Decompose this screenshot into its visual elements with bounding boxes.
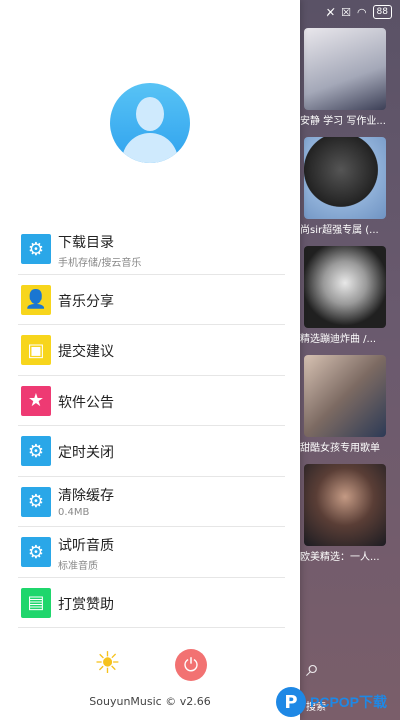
watermark-text: PCPOP下载 [310,694,388,710]
menu-item-announcement[interactable]: ★ 软件公告 [18,376,285,426]
playlist-cover [304,137,386,219]
menu-item-label: 清除缓存 [58,487,114,504]
power-icon[interactable]: ⏻ [175,649,207,681]
menu-item-clear-cache[interactable]: ⚙ 清除缓存 0.4MB [18,477,285,527]
menu-item-label: 定时关闭 [58,445,114,461]
gear-icon: ⚙ [21,486,51,517]
watermark: P PCPOP下载 [276,684,400,720]
playlist-title: 尚sir超强专属 (... [300,225,379,236]
menu-item-audio-quality[interactable]: ⚙ 试听音质 标准音质 [18,527,285,578]
playlist-cover [304,246,386,328]
playlist-card[interactable]: 甜酷女孩专用歌单 [300,355,400,464]
wallet-icon: ▤ [21,587,51,618]
gift-icon: ▣ [21,335,51,365]
menu-item-label: 试听音质 [58,538,114,554]
playlist-card[interactable]: 尚sir超强专属 (... [300,137,400,246]
mute-icon: ✕̸ [325,5,336,19]
menu-item-label: 下载目录 [58,235,114,251]
drawer-menu: ⚙ 下载目录 手机存储/搜云音乐 👤 音乐分享 ▣ 提交建议 ★ 软件公告 ⚙ … [18,224,285,628]
avatar[interactable] [110,83,190,163]
playlist-title: 欧美精选：一人... [300,552,380,563]
star-icon: ★ [21,385,51,416]
playlist-cover [304,464,386,546]
menu-item-label: 打赏赞助 [58,596,114,613]
menu-item-label: 提交建议 [58,344,114,360]
battery-icon: 88 [372,5,392,19]
playlist-card[interactable]: 精选蹦迪炸曲 /... [300,246,400,355]
share-person-icon: 👤 [21,284,51,315]
menu-item-sublabel: 手机存储/搜云音乐 [58,258,142,269]
playlist-title: 安静 学习 写作业... [300,116,386,127]
playlist-card[interactable]: 欧美精选：一人... [300,464,400,573]
sim-icon: ☒ [341,5,351,19]
navigation-drawer: ⚙ 下载目录 手机存储/搜云音乐 👤 音乐分享 ▣ 提交建议 ★ 软件公告 ⚙ … [0,0,300,720]
menu-item-sleep-timer[interactable]: ⚙ 定时关闭 [18,426,285,477]
playlist-card[interactable]: 安静 学习 写作业... [300,28,400,137]
watermark-logo-icon: P [276,687,306,717]
playlist-title: 精选蹦迪炸曲 /... [300,334,377,345]
menu-item-music-share[interactable]: 👤 音乐分享 [18,275,285,325]
drawer-footer-actions: ☀ ⏻ [0,645,300,685]
search-icon: ⌕ [306,654,320,682]
gear-icon: ⚙ [21,234,51,264]
playlist-cover [304,355,386,437]
background-app: ✕̸ ☒ ◠ 88 安静 学习 写作业... 尚sir超强专属 (... 精选蹦… [300,0,400,720]
avatar-head-shape [136,97,164,131]
playlist-cover [304,28,386,110]
wifi-icon: ◠ [356,5,367,19]
menu-item-download-directory[interactable]: ⚙ 下载目录 手机存储/搜云音乐 [18,224,285,275]
version-text: SouyunMusic © v2.66 [89,695,211,708]
avatar-body-shape [122,133,178,163]
menu-item-sublabel: 标准音质 [58,561,98,572]
menu-item-donate[interactable]: ▤ 打赏赞助 [18,578,285,628]
menu-item-label: 软件公告 [58,394,114,411]
gear-icon: ⚙ [21,436,51,466]
menu-item-submit-feedback[interactable]: ▣ 提交建议 [18,325,285,376]
menu-item-label: 音乐分享 [58,293,114,310]
playlist-grid: 安静 学习 写作业... 尚sir超强专属 (... 精选蹦迪炸曲 /... 甜… [300,28,400,573]
sun-icon[interactable]: ☀ [94,647,121,681]
menu-item-sublabel: 0.4MB [58,506,90,518]
gear-icon: ⚙ [21,537,51,567]
playlist-title: 甜酷女孩专用歌单 [300,443,380,454]
status-bar: ✕̸ ☒ ◠ 88 [300,0,400,24]
